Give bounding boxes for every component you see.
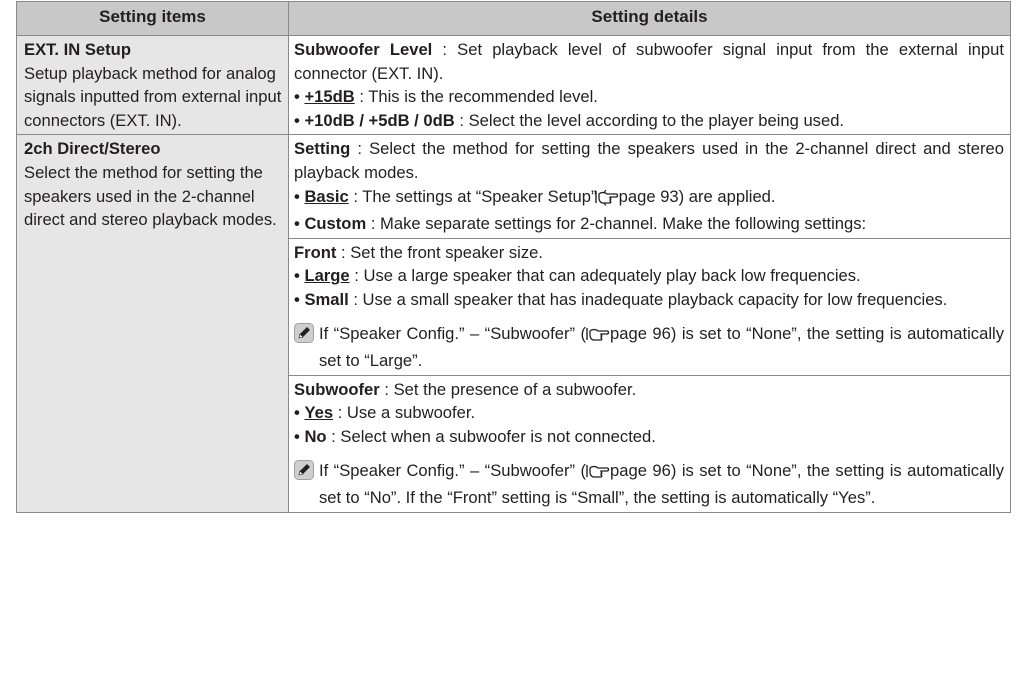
list-item: • +15dB : This is the recommended level. xyxy=(294,85,1004,109)
note2-text-a: If “Speaker Config.” – “Subwoofer” ( xyxy=(319,460,587,480)
subwoofer-text: : Set the presence of a subwoofer. xyxy=(379,379,637,399)
table-row: 2ch Direct/Stereo Select the method for … xyxy=(16,134,1011,513)
list-item: • +10dB / +5dB / 0dB : Select the level … xyxy=(294,109,1004,133)
front-paragraph: Front : Set the front speaker size. xyxy=(294,241,1004,265)
subwoofer-label: Subwoofer xyxy=(294,379,380,399)
option-levels-label: +10dB / +5dB / 0dB xyxy=(304,110,455,130)
ext-in-title: EXT. IN Setup xyxy=(24,40,131,59)
hand-pointer-icon xyxy=(594,188,619,213)
subwoofer-detail-cell: Subwoofer : Set the presence of a subwoo… xyxy=(288,374,1011,513)
bullet-icon: • xyxy=(294,214,300,234)
small-label: Small xyxy=(304,289,349,309)
setting-paragraph: Setting : Select the method for setting … xyxy=(294,137,1004,184)
list-item: • Small : Use a small speaker that has i… xyxy=(294,288,1004,312)
subwoofer-level-label: Subwoofer Level xyxy=(294,40,433,59)
bullet-icon: • xyxy=(294,289,300,309)
list-item: • Basic : The settings at “Speaker Setup… xyxy=(294,185,1004,213)
front-detail-cell: Front : Set the front speaker size. • La… xyxy=(288,237,1011,376)
option-levels-text: : Select the level according to the play… xyxy=(454,110,845,130)
list-item: • Yes : Use a subwoofer. xyxy=(294,401,1004,425)
hand-pointer-icon xyxy=(586,325,610,350)
pencil-note-icon xyxy=(294,459,314,480)
bullet-icon: • xyxy=(294,403,300,423)
settings-table: Setting items Setting details EXT. IN Se… xyxy=(16,1,1011,513)
small-text: : Use a small speaker that has inadequat… xyxy=(348,289,948,309)
list-item: • Custom : Make separate settings for 2-… xyxy=(294,212,1004,236)
subwoofer-paragraph: Subwoofer : Set the presence of a subwoo… xyxy=(294,378,1004,402)
custom-label: Custom xyxy=(304,214,367,234)
header-setting-items: Setting items xyxy=(16,1,289,36)
list-item: • No : Select when a subwoofer is not co… xyxy=(294,425,1004,449)
bullet-icon: • xyxy=(294,110,300,130)
subwoofer-level-paragraph: Subwoofer Level : Set playback level of … xyxy=(294,38,1004,85)
custom-text: : Make separate settings for 2-channel. … xyxy=(366,214,867,234)
setting-text: : Select the method for setting the spea… xyxy=(294,139,1004,182)
large-label: Large xyxy=(304,266,350,286)
no-text: : Select when a subwoofer is not connect… xyxy=(326,426,656,446)
note-subwoofer: If “Speaker Config.” – “Subwoofer” (page… xyxy=(294,459,1004,510)
table-row: EXT. IN Setup Setup playback method for … xyxy=(16,34,1011,136)
bullet-icon: • xyxy=(294,87,300,107)
basic-label: Basic xyxy=(304,186,349,206)
basic-text-a: : The settings at “Speaker Setup” ( xyxy=(348,186,607,206)
pencil-note-icon xyxy=(294,322,314,343)
direct-title: 2ch Direct/Stereo xyxy=(24,139,161,159)
yes-text: : Use a subwoofer. xyxy=(333,403,476,423)
note-subwoofer-text: If “Speaker Config.” – “Subwoofer” (page… xyxy=(319,459,1004,510)
note1-text-a: If “Speaker Config.” – “Subwoofer” ( xyxy=(319,323,587,343)
ext-in-detail-cell: Subwoofer Level : Set playback level of … xyxy=(288,34,1011,136)
note-large: If “Speaker Config.” – “Subwoofer” (page… xyxy=(294,322,1004,373)
table-header-row: Setting items Setting details xyxy=(16,1,1011,36)
direct-description: Select the method for setting the speake… xyxy=(24,162,277,230)
front-text: : Set the front speaker size. xyxy=(336,242,544,262)
no-label: No xyxy=(304,426,327,446)
ext-in-item-cell: EXT. IN Setup Setup playback method for … xyxy=(16,34,289,136)
setting-detail-cell: Setting : Select the method for setting … xyxy=(288,134,1011,239)
basic-text-b: page 93) are applied. xyxy=(618,186,776,206)
hand-pointer-icon xyxy=(586,462,610,487)
yes-label: Yes xyxy=(304,403,334,423)
header-setting-details: Setting details xyxy=(288,1,1011,36)
large-text: : Use a large speaker that can adequatel… xyxy=(349,266,861,286)
bullet-icon: • xyxy=(294,266,300,286)
note-large-text: If “Speaker Config.” – “Subwoofer” (page… xyxy=(319,322,1004,373)
front-label: Front xyxy=(294,242,337,262)
option-15db-label: +15dB xyxy=(304,87,355,107)
setting-label: Setting xyxy=(294,139,351,159)
bullet-icon: • xyxy=(294,426,300,446)
bullet-icon: • xyxy=(294,186,300,206)
direct-item-cell: 2ch Direct/Stereo Select the method for … xyxy=(16,134,289,513)
list-item: • Large : Use a large speaker that can a… xyxy=(294,264,1004,288)
ext-in-description: Setup playback method for analog signals… xyxy=(24,63,282,130)
option-15db-text: : This is the recommended level. xyxy=(354,87,598,107)
